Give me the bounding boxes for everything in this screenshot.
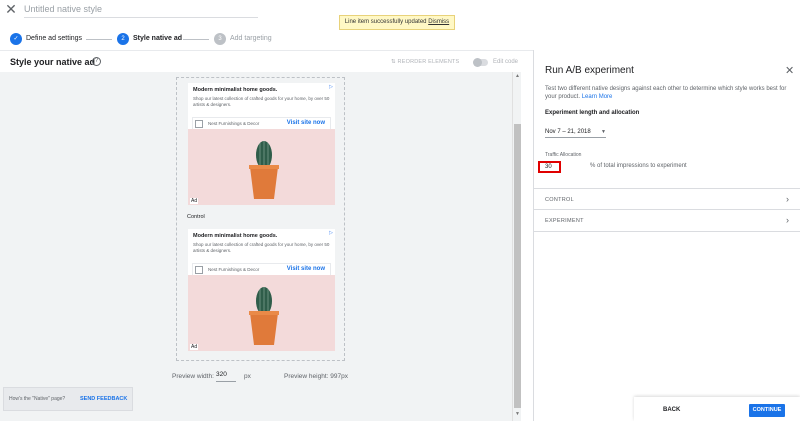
date-range-select[interactable]: Nov 7 – 21, 2018 ▼ [545,127,606,138]
ab-experiment-panel: Run A/B experiment ✕ Test two different … [533,50,800,421]
ad-headline: Modern minimalist home goods. [193,233,278,239]
ad-text-area: Modern minimalist home goods. Shop our l… [188,229,335,276]
brand-logo-icon [195,120,203,128]
reorder-icon: ⇅ [391,59,396,65]
preview-scrollbar[interactable]: ▲ ▼ [512,72,521,421]
date-range-value: Nov 7 – 21, 2018 [545,129,591,135]
page-title: Style your native ad [10,57,96,67]
ad-image: Ad [188,275,335,351]
step-connector [86,39,112,40]
native-ad-preview-control: Modern minimalist home goods. Shop our l… [188,229,335,351]
learn-more-link[interactable]: Learn More [582,94,613,100]
ad-brand: Nest Furnishings & Decor [208,121,260,126]
close-icon[interactable]: ✕ [4,2,18,16]
control-label: Control [187,214,205,220]
step-label: Define ad settings [26,35,83,42]
section-experiment[interactable]: EXPERIMENT › [534,209,800,232]
preview-width-unit: px [244,373,251,380]
check-icon: ✓ [10,33,22,45]
step-number-icon: 3 [214,33,226,45]
stepper: ✓ Define ad settings 2 Style native ad 3… [0,28,533,50]
ad-body: Shop our latest collection of crafted go… [193,96,330,107]
ad-cta-button[interactable]: Visit site now [287,120,325,126]
reorder-label: REORDER ELEMENTS [397,59,460,65]
reorder-elements-button[interactable]: ⇅ REORDER ELEMENTS [391,59,459,65]
step-label: Style native ad [133,35,183,42]
ad-brand: Nest Furnishings & Decor [208,267,260,272]
ad-cta-button[interactable]: Visit site now [287,266,325,272]
step-connector [183,39,209,40]
scroll-up-icon[interactable]: ▲ [514,73,521,80]
section-control[interactable]: CONTROL › [534,188,800,210]
preview-canvas: Modern minimalist home goods. Shop our l… [0,72,521,421]
experiment-length-label: Experiment length and allocation [545,110,640,116]
ad-badge: Ad [190,198,199,204]
cactus-image [188,129,335,205]
help-icon[interactable]: ? [92,57,101,66]
ad-text-area: Modern minimalist home goods. Shop our l… [188,83,335,130]
panel-action-bar: BACK CONTINUE [634,397,800,421]
brand-logo-icon [195,266,203,274]
edit-code-toggle[interactable] [473,58,488,67]
send-feedback-button[interactable]: SEND FEEDBACK [80,396,127,402]
ad-image: Ad [188,129,335,205]
traffic-allocation-suffix: % of total impressions to experiment [590,163,687,169]
step-style-native-ad[interactable]: 2 Style native ad [117,32,182,46]
top-bar: ✕ Untitled native style Line item succes… [0,0,800,30]
section-label: EXPERIMENT [545,218,584,224]
traffic-allocation-input[interactable]: 30 [538,161,561,173]
traffic-allocation-label: Traffic Allocation [545,152,582,158]
section-label: CONTROL [545,197,574,203]
panel-description: Test two different native designs agains… [545,85,791,101]
preview-width-label: Preview width: [172,373,214,380]
ad-headline: Modern minimalist home goods. [193,87,278,93]
step-add-targeting[interactable]: 3 Add targeting [214,32,272,46]
scroll-down-icon[interactable]: ▼ [514,411,521,418]
feedback-bar: How's the "Native" page? SEND FEEDBACK [3,387,133,411]
edit-code-label: Edit code [493,59,519,65]
toast-message: Line item successfully updated [344,19,427,25]
native-ad-preview-experiment: Modern minimalist home goods. Shop our l… [188,83,335,205]
chevron-right-icon: › [786,215,789,225]
toggle-knob [473,58,482,67]
adchoices-icon[interactable]: ▷ [329,84,333,90]
step-define-ad-settings[interactable]: ✓ Define ad settings [10,32,82,46]
continue-button[interactable]: CONTINUE [749,404,785,417]
panel-title: Run A/B experiment [545,65,634,76]
ad-body: Shop our latest collection of crafted go… [193,242,330,253]
feedback-question: How's the "Native" page? [9,396,66,402]
chevron-right-icon: › [786,194,789,204]
back-button[interactable]: BACK [663,407,680,413]
editor-header: Style your native ad ? ⇅ REORDER ELEMENT… [0,50,533,72]
step-number-icon: 2 [117,33,129,45]
preview-width-input[interactable]: 320 [216,371,236,382]
preview-height-label: Preview height: 997px [284,373,348,380]
cactus-image [188,275,335,351]
ad-badge: Ad [190,344,199,350]
toast-dismiss-link[interactable]: Dismiss [428,19,449,25]
adchoices-icon[interactable]: ▷ [329,230,333,236]
step-label: Add targeting [230,35,272,42]
close-icon[interactable]: ✕ [785,64,794,77]
scroll-thumb[interactable] [514,124,521,408]
style-name-input[interactable]: Untitled native style [24,1,258,18]
chevron-down-icon: ▼ [601,129,606,135]
